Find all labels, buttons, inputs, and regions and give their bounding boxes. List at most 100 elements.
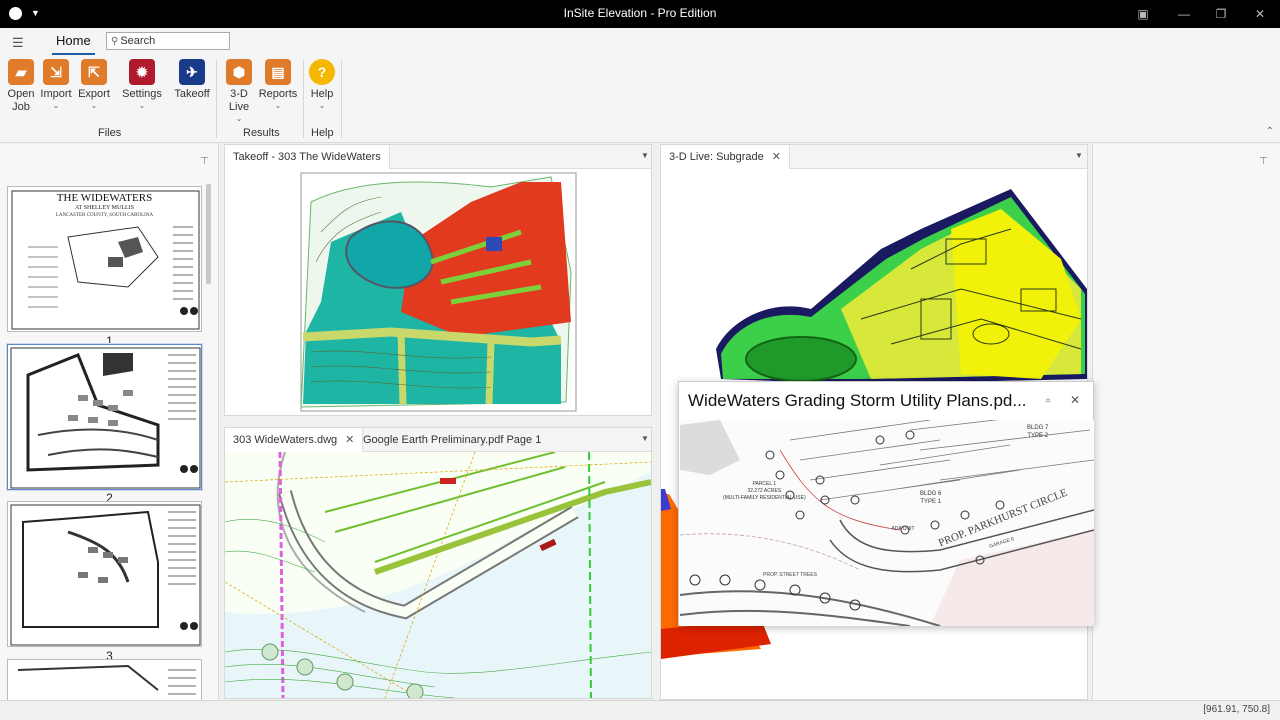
open-job-button[interactable]: ▰ Open Job bbox=[1, 59, 41, 114]
site-plan-drawing bbox=[10, 347, 201, 489]
floating-pdf-window[interactable]: WideWaters Grading Storm Utility Plans.p… bbox=[678, 381, 1094, 626]
settings-button[interactable]: ✹ Settings ⌄ bbox=[121, 59, 163, 111]
chevron-down-icon: ⌄ bbox=[318, 101, 326, 110]
thumb-title: THE WIDEWATERS bbox=[56, 192, 153, 204]
folder-open-icon: ▰ bbox=[8, 59, 34, 85]
search-icon: ⚲ bbox=[111, 36, 119, 47]
tab-list-chevron-icon[interactable]: ▼ bbox=[641, 434, 649, 443]
tab-list-chevron-icon[interactable]: ▼ bbox=[1075, 151, 1083, 160]
title-bar: ▼ InSite Elevation - Pro Edition ▣ — ❐ ✕ bbox=[0, 0, 1280, 28]
takeoff-plane-icon: ✈ bbox=[179, 59, 205, 85]
page-thumbnails-panel: ⊤ THE WIDEWATERS AT SHELLEY MULLIS LANCA… bbox=[0, 144, 219, 704]
close-tab-icon[interactable]: ✕ bbox=[772, 151, 781, 163]
export-icon: ⇱ bbox=[81, 59, 107, 85]
plan-bldg6-type: TYPE 1 bbox=[920, 499, 942, 505]
ribbon: ☰ Home ⚲ Search ▰ Open Job ⇲ Import ⌄ ⇱ E… bbox=[0, 28, 1280, 143]
takeoff-label: Takeoff bbox=[174, 88, 210, 100]
takeoff-button[interactable]: ✈ Takeoff bbox=[171, 59, 213, 101]
reports-icon: ▤ bbox=[265, 59, 291, 85]
pin-icon[interactable]: ⊤ bbox=[200, 156, 209, 167]
chevron-down-icon: ⌄ bbox=[52, 101, 60, 110]
tab-live-3d[interactable]: 3-D Live: Subgrade ✕ bbox=[661, 145, 790, 169]
page-thumbnail-2[interactable] bbox=[7, 501, 202, 647]
pin-icon[interactable]: ⊤ bbox=[1259, 156, 1268, 167]
open-job-label: Open Job bbox=[7, 88, 35, 113]
close-tab-icon[interactable]: ✕ bbox=[345, 434, 354, 446]
status-bar: [961.91, 750.8] bbox=[0, 700, 1280, 720]
page-thumbnail-3[interactable] bbox=[7, 659, 202, 704]
search-input[interactable]: ⚲ Search bbox=[106, 32, 230, 50]
group-separator bbox=[303, 60, 304, 138]
plan-parcel-acres: 32.272 ACRES bbox=[747, 488, 782, 494]
reports-button[interactable]: ▤ Reports ⌄ bbox=[258, 59, 298, 111]
tab-list-chevron-icon[interactable]: ▼ bbox=[641, 151, 649, 160]
tab-pdf-label: Google Earth Preliminary.pdf Page 1 bbox=[363, 434, 542, 446]
help-button[interactable]: ? Help ⌄ bbox=[302, 59, 342, 111]
right-dock-panel: ⊤ bbox=[1092, 144, 1280, 700]
gear-icon: ✹ bbox=[129, 59, 155, 85]
import-icon: ⇲ bbox=[43, 59, 69, 85]
tab-live-3d-label: 3-D Live: Subgrade bbox=[669, 151, 764, 163]
cube-icon: ⬢ bbox=[226, 59, 252, 85]
takeoff-panel: Takeoff - 303 The WideWaters ▼ bbox=[224, 144, 652, 416]
utility-plan-canvas[interactable] bbox=[680, 420, 1094, 626]
scrollbar[interactable] bbox=[206, 184, 211, 284]
settings-label: Settings bbox=[122, 88, 162, 100]
takeoff-drawing-canvas[interactable] bbox=[291, 172, 591, 414]
plan-parcel-use: (MULTI-FAMILY RESIDENTIAL USE) bbox=[723, 495, 806, 501]
tab-takeoff-label: Takeoff - 303 The WideWaters bbox=[233, 151, 381, 163]
tab-dwg[interactable]: 303 WideWaters.dwg ✕ bbox=[225, 428, 364, 452]
plan-bldg7-label: BLDG 7 TYPE 2 bbox=[1027, 424, 1048, 440]
plan-trees-label: PROP. STREET TREES bbox=[763, 572, 817, 578]
reports-label: Reports bbox=[258, 88, 298, 100]
close-window-icon[interactable]: ✕ bbox=[1070, 393, 1080, 407]
import-button[interactable]: ⇲ Import ⌄ bbox=[36, 59, 76, 111]
chevron-down-icon: ⌄ bbox=[235, 114, 243, 123]
thumb-subtitle: AT SHELLEY MULLIS bbox=[75, 205, 134, 211]
help-icon: ? bbox=[309, 59, 335, 85]
collapse-ribbon-icon[interactable]: ⌃ bbox=[1266, 126, 1274, 137]
window-title: InSite Elevation - Pro Edition bbox=[563, 6, 717, 20]
import-label: Import bbox=[40, 88, 72, 100]
export-label: Export bbox=[78, 88, 110, 100]
group-separator bbox=[216, 60, 217, 138]
tab-pdf[interactable]: Google Earth Preliminary.pdf Page 1 bbox=[355, 428, 549, 452]
quick-access-menu-icon[interactable]: ☰ bbox=[12, 35, 24, 51]
plan-bldg6-name: BLDG 6 bbox=[920, 491, 942, 497]
tab-dwg-label: 303 WideWaters.dwg bbox=[233, 434, 338, 446]
plan-ada-label: ADA UNIT bbox=[891, 526, 915, 532]
cursor-coordinates: [961.91, 750.8] bbox=[1203, 704, 1270, 715]
drawing-panel: 303 WideWaters.dwg ✕ Google Earth Prelimi… bbox=[224, 427, 652, 699]
minimize-button[interactable]: — bbox=[1172, 4, 1196, 24]
grading-plan-drawing bbox=[10, 504, 201, 646]
tab-home[interactable]: Home bbox=[52, 33, 95, 55]
page-thumbnail-1[interactable] bbox=[7, 344, 202, 490]
live-3d-button[interactable]: ⬢ 3-D Live ⌄ bbox=[219, 59, 259, 124]
dwg-drawing-canvas[interactable] bbox=[225, 452, 651, 698]
plan-parcel-label: PARCEL 1 32.272 ACRES (MULTI-FAMILY RESI… bbox=[723, 481, 806, 502]
group-label-files: Files bbox=[98, 127, 122, 139]
maximize-button[interactable]: ❐ bbox=[1209, 4, 1233, 24]
plan-bldg6-label: BLDG 6 TYPE 1 bbox=[920, 490, 941, 506]
plan-parcel-name: PARCEL 1 bbox=[752, 481, 777, 487]
live-3d-label: 3-D Live bbox=[228, 88, 250, 113]
group-separator bbox=[341, 60, 342, 138]
ribbon-display-icon[interactable]: ▣ bbox=[1131, 4, 1155, 24]
floating-window-title: WideWaters Grading Storm Utility Plans.p… bbox=[688, 391, 1027, 410]
maximize-window-icon[interactable]: ▫ bbox=[1046, 393, 1050, 407]
live-3d-tabbar: 3-D Live: Subgrade ✕ ▼ bbox=[661, 145, 1087, 169]
chevron-down-icon: ⌄ bbox=[90, 101, 98, 110]
plan-bldg7-type: TYPE 2 bbox=[1027, 433, 1049, 439]
plan-bldg7-name: BLDG 7 bbox=[1027, 425, 1049, 431]
group-label-results: Results bbox=[243, 127, 280, 139]
chevron-down-icon: ⌄ bbox=[138, 101, 146, 110]
help-label: Help bbox=[310, 88, 334, 100]
tab-takeoff[interactable]: Takeoff - 303 The WideWaters bbox=[225, 145, 390, 169]
utility-plan-drawing bbox=[17, 664, 196, 695]
chevron-down-icon: ⌄ bbox=[274, 101, 282, 110]
drawing-tabbar: 303 WideWaters.dwg ✕ Google Earth Prelimi… bbox=[225, 428, 651, 452]
close-button[interactable]: ✕ bbox=[1248, 4, 1272, 24]
takeoff-tabbar: Takeoff - 303 The WideWaters ▼ bbox=[225, 145, 651, 169]
export-button[interactable]: ⇱ Export ⌄ bbox=[74, 59, 114, 111]
thumb-location: LANCASTER COUNTY, SOUTH CAROLINA bbox=[55, 213, 154, 218]
